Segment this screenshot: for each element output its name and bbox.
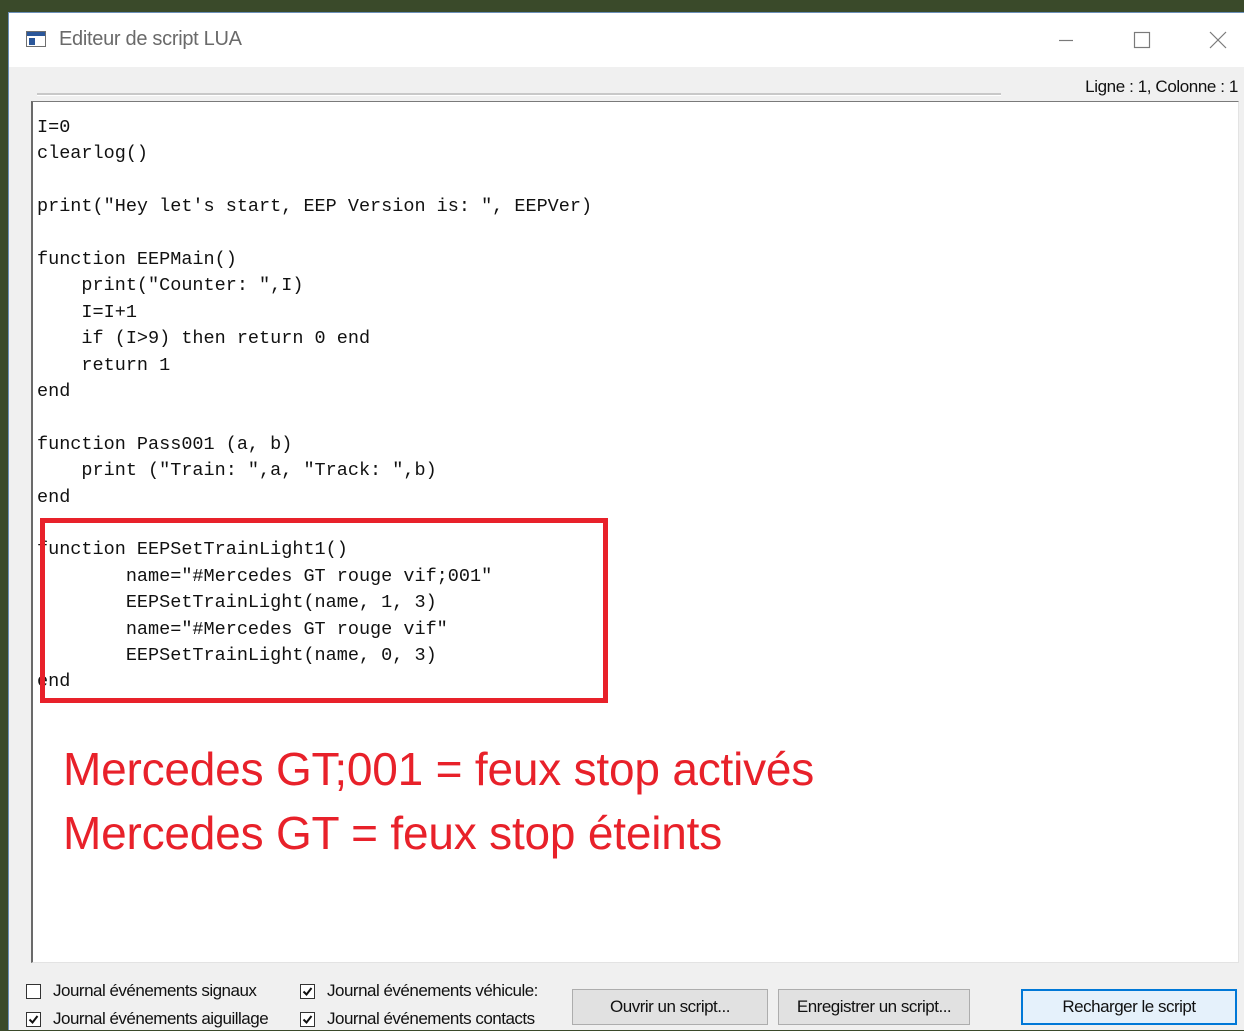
option-switches[interactable]: Journal événements aiguillage	[26, 1007, 290, 1031]
checkbox-switches[interactable]	[26, 1011, 41, 1027]
annotation-line-1: Mercedes GT;001 = feux stop activés	[63, 743, 815, 795]
code-line: print("Counter: ",I)	[37, 275, 304, 297]
annotation-line-2: Mercedes GT = feux stop éteints	[63, 807, 723, 859]
checkbox-signals[interactable]	[26, 983, 41, 999]
code-line: I=0	[37, 117, 71, 138]
open-script-button[interactable]: Ouvrir un script...	[572, 989, 768, 1025]
minimize-icon	[1059, 39, 1073, 42]
code-line: if (I>9) then return 0 end	[37, 328, 371, 350]
close-icon	[1209, 31, 1227, 49]
highlight-box	[40, 518, 608, 703]
code-line: clearlog()	[37, 143, 149, 165]
maximize-icon	[1133, 31, 1151, 49]
checkmark-icon	[302, 1014, 313, 1024]
option-signals[interactable]: Journal événements signaux	[26, 979, 257, 1003]
option-contacts-label: Journal événements contacts	[327, 1009, 535, 1028]
option-signals-label: Journal événements signaux	[53, 981, 257, 1000]
checkmark-icon	[302, 986, 313, 996]
save-script-button[interactable]: Enregistrer un script...	[778, 989, 970, 1025]
cursor-position-status: Ligne : 1, Colonne : 1	[1085, 77, 1238, 96]
close-button[interactable]	[1195, 13, 1241, 67]
option-contacts[interactable]: Journal événements contacts	[300, 1007, 562, 1031]
option-vehicles[interactable]: Journal événements véhicule:	[300, 979, 562, 1003]
code-line: function EEPMain()	[37, 249, 237, 270]
maximize-button[interactable]	[1119, 13, 1165, 67]
code-line: print ("Train: ",a, "Track: ",b)	[37, 460, 437, 482]
code-line: print("Hey let's start, EEP Version is: …	[37, 196, 593, 218]
code-line: return 1	[37, 354, 171, 376]
lua-editor-window: Editeur de script LUA Ligne : 1, Colonne…	[8, 12, 1244, 1030]
window-title: Editeur de script LUA	[59, 28, 242, 50]
code-line: I=I+1	[37, 301, 137, 323]
option-vehicles-label: Journal événements véhicule:	[327, 981, 538, 1000]
reload-script-button[interactable]: Recharger le script	[1021, 989, 1237, 1025]
checkbox-contacts[interactable]	[300, 1011, 315, 1027]
title-bar[interactable]: Editeur de script LUA	[9, 13, 1244, 67]
checkmark-icon	[28, 1014, 39, 1024]
script-editor[interactable]: I=0 clearlog() print("Hey let's start, EEP…	[31, 101, 1239, 963]
code-line: function Pass001 (a, b)	[37, 433, 293, 455]
minimize-button[interactable]	[1043, 13, 1089, 67]
status-separator	[37, 93, 1001, 96]
code-line: end	[37, 486, 71, 508]
checkbox-vehicles[interactable]	[300, 983, 315, 999]
app-window-icon	[26, 31, 46, 47]
code-line: end	[37, 381, 71, 402]
option-switches-label: Journal événements aiguillage	[53, 1009, 269, 1028]
